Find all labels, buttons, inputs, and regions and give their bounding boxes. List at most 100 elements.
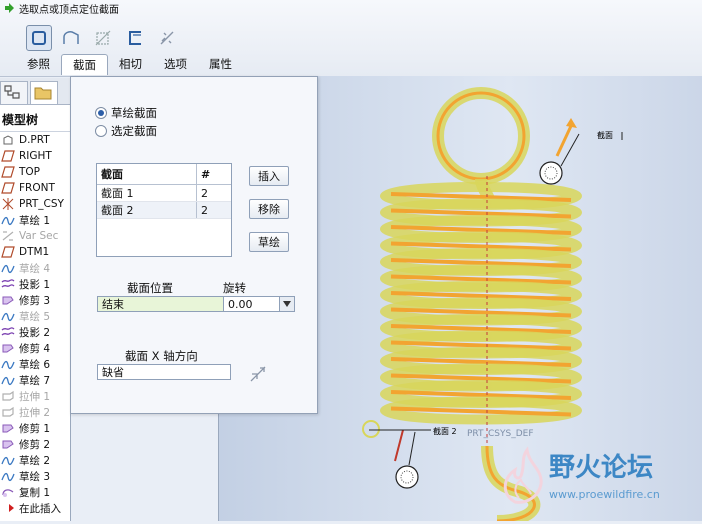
dashboard-tabs: 参照 截面 相切 选项 属性 bbox=[16, 54, 243, 76]
plane-icon bbox=[0, 245, 16, 259]
section-count: 2 bbox=[196, 184, 231, 202]
extrude-icon bbox=[0, 389, 16, 403]
tree-list: D.PRT RIGHT TOP FRONT PRT_CSY 草绘 1 Var Sec DTM1… bbox=[0, 132, 70, 516]
surface-icon[interactable] bbox=[58, 25, 84, 51]
tree-item[interactable]: RIGHT bbox=[0, 148, 70, 164]
radio-dot bbox=[95, 107, 107, 119]
model-tree-panel: 模型树 D.PRT RIGHT TOP FRONT PRT_CSY 草绘 1 Var Sec… bbox=[0, 78, 71, 521]
tab-tangency[interactable]: 相切 bbox=[108, 54, 153, 74]
sketch-icon bbox=[0, 309, 16, 323]
tree-item[interactable]: 拉伸 1 bbox=[0, 388, 70, 404]
tree-item-label: 投影 2 bbox=[19, 326, 51, 339]
rotate-value: 0.00 bbox=[228, 297, 253, 311]
radio-selected-label: 选定截面 bbox=[111, 124, 157, 138]
dim-icon[interactable] bbox=[90, 25, 116, 51]
section-1-marker[interactable] bbox=[539, 118, 580, 185]
tree-item[interactable]: 草绘 4 bbox=[0, 260, 70, 276]
tree-item-label: 修剪 2 bbox=[19, 438, 51, 451]
watermark: 野火论坛 www.proewildfire.cn bbox=[485, 442, 695, 515]
chevron-down-icon[interactable] bbox=[279, 297, 294, 311]
section-icon[interactable] bbox=[122, 25, 148, 51]
tree-item-label: 修剪 4 bbox=[19, 342, 51, 355]
tree-tab[interactable] bbox=[0, 81, 28, 104]
tab-options[interactable]: 选项 bbox=[153, 54, 198, 74]
tree-item[interactable]: 修剪 1 bbox=[0, 420, 70, 436]
tree-item-label: 草绘 1 bbox=[19, 214, 51, 227]
tree-item-label: 修剪 3 bbox=[19, 294, 51, 307]
tree-item[interactable]: 草绘 5 bbox=[0, 308, 70, 324]
xaxis-label: 截面 X 轴方向 bbox=[125, 349, 198, 363]
remove-button[interactable]: 移除 bbox=[249, 199, 289, 219]
dashboard: 选取点或顶点定位截面 参照 截面 相切 选项 属性 bbox=[0, 0, 702, 77]
tree-item-label: 在此插入 bbox=[19, 502, 61, 515]
sketch-icon bbox=[0, 213, 16, 227]
tree-item-label: 草绘 4 bbox=[19, 262, 51, 275]
tree-item[interactable]: 投影 2 bbox=[0, 324, 70, 340]
watermark-title: 野火论坛 bbox=[549, 453, 653, 483]
tree-item[interactable]: 修剪 3 bbox=[0, 292, 70, 308]
tree-item[interactable]: 修剪 2 bbox=[0, 436, 70, 452]
sketch-mode-icon[interactable] bbox=[26, 25, 52, 51]
extrude-icon bbox=[0, 405, 16, 419]
tree-item[interactable]: Var Sec bbox=[0, 228, 70, 244]
project-icon bbox=[0, 325, 16, 339]
section-2-marker[interactable] bbox=[362, 420, 431, 489]
sketch-icon bbox=[0, 469, 16, 483]
plane-icon bbox=[0, 181, 16, 195]
project-icon bbox=[0, 277, 16, 291]
table-row[interactable]: 截面 1 2 bbox=[97, 184, 231, 202]
tree-item-label: D.PRT bbox=[19, 134, 50, 146]
folder-icon bbox=[34, 87, 52, 100]
table-row[interactable]: 截面 2 2 bbox=[97, 201, 231, 219]
tree-item[interactable]: 草绘 1 bbox=[0, 212, 70, 228]
tree-item[interactable]: PRT_CSY bbox=[0, 196, 70, 212]
tab-references[interactable]: 参照 bbox=[16, 54, 61, 74]
rotate-select[interactable]: 0.00 bbox=[223, 296, 295, 312]
tree-item-label: 草绘 5 bbox=[19, 310, 51, 323]
arrow-right-icon bbox=[5, 3, 14, 13]
tree-item[interactable]: 拉伸 2 bbox=[0, 404, 70, 420]
csys-icon bbox=[0, 197, 16, 211]
copy-icon bbox=[0, 485, 16, 499]
tab-properties[interactable]: 属性 bbox=[198, 54, 243, 74]
tree-item-label: DTM1 bbox=[19, 246, 50, 258]
tree-item[interactable]: 在此插入 bbox=[0, 500, 70, 516]
tree-item[interactable]: FRONT bbox=[0, 180, 70, 196]
tree-item-label: 拉伸 2 bbox=[19, 406, 51, 419]
tree-item[interactable]: 草绘 3 bbox=[0, 468, 70, 484]
watermark-url: www.proewildfire.cn bbox=[549, 488, 660, 501]
no-vertex-icon[interactable] bbox=[154, 25, 180, 51]
radio-sketched-label: 草绘截面 bbox=[111, 106, 157, 120]
trim-icon bbox=[0, 437, 16, 451]
tree-item[interactable]: 草绘 6 bbox=[0, 356, 70, 372]
rotate-label: 旋转 bbox=[223, 281, 246, 295]
sketch-button[interactable]: 草绘 bbox=[249, 232, 289, 252]
tree-item[interactable]: 草绘 7 bbox=[0, 372, 70, 388]
folder-tab[interactable] bbox=[30, 81, 58, 104]
position-label: 截面位置 bbox=[127, 281, 173, 295]
feature-toolbar bbox=[26, 25, 180, 51]
sections-panel: 草绘截面 选定截面 截面 # 截面 1 2 截面 2 2 插入 移除 草绘 截面… bbox=[70, 76, 318, 414]
tree-item-label: 拉伸 1 bbox=[19, 390, 51, 403]
tree-item[interactable]: 草绘 2 bbox=[0, 452, 70, 468]
flip-direction-icon[interactable] bbox=[249, 365, 267, 383]
section-name: 截面 1 bbox=[97, 184, 197, 202]
xaxis-field[interactable]: 缺省 bbox=[97, 364, 231, 380]
tab-sections[interactable]: 截面 bbox=[61, 54, 108, 75]
tree-item-label: 草绘 6 bbox=[19, 358, 51, 371]
radio-sketched-sections[interactable]: 草绘截面 bbox=[95, 105, 157, 121]
tree-item[interactable]: 复制 1 bbox=[0, 484, 70, 500]
trim-icon bbox=[0, 421, 16, 435]
tree-item-label: 草绘 7 bbox=[19, 374, 51, 387]
tree-item[interactable]: TOP bbox=[0, 164, 70, 180]
insert-button[interactable]: 插入 bbox=[249, 166, 289, 186]
tree-item[interactable]: D.PRT bbox=[0, 132, 70, 148]
position-field[interactable]: 结束 bbox=[97, 296, 233, 312]
col-num-header: # bbox=[196, 164, 231, 185]
section-1-label: 截面 bbox=[597, 130, 613, 140]
radio-selected-sections[interactable]: 选定截面 bbox=[95, 123, 157, 139]
tree-item-label: Var Sec bbox=[19, 230, 59, 242]
tree-item[interactable]: 修剪 4 bbox=[0, 340, 70, 356]
tree-item[interactable]: 投影 1 bbox=[0, 276, 70, 292]
tree-item[interactable]: DTM1 bbox=[0, 244, 70, 260]
